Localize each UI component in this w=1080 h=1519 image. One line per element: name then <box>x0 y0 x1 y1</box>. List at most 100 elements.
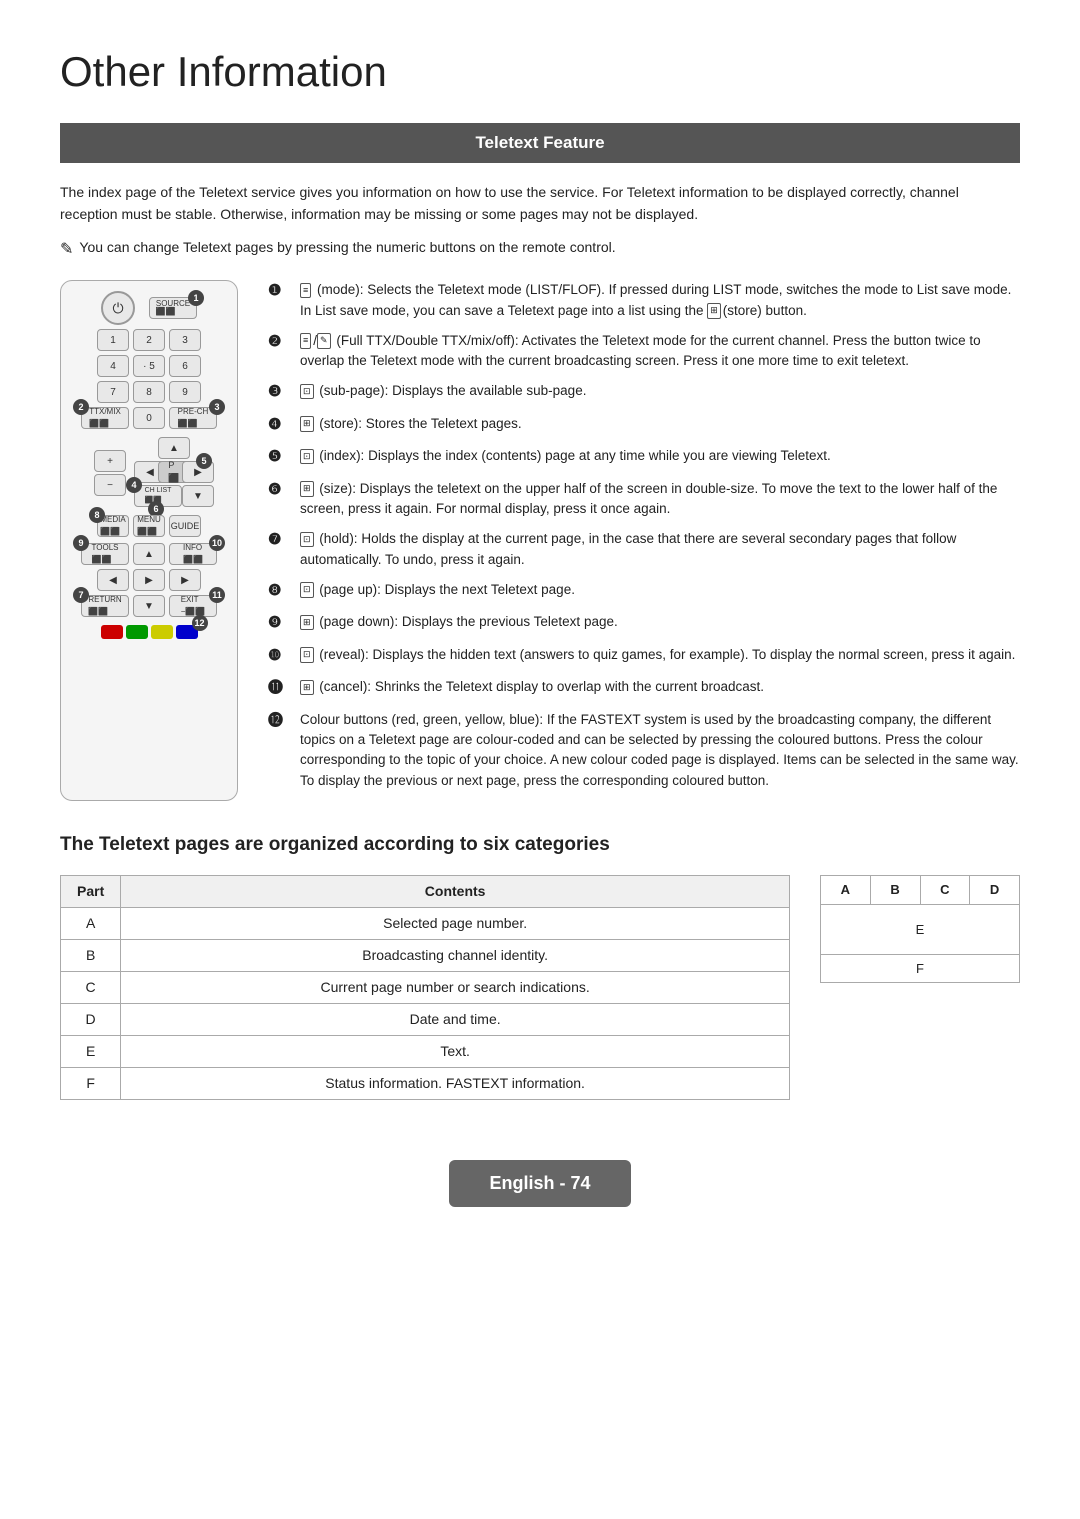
row-a-part: A <box>61 908 121 940</box>
desc-item-7: ❼ ⊡ (hold): Holds the display at the cur… <box>268 529 1020 570</box>
power-button[interactable]: ⏻ <box>101 291 135 325</box>
red-button[interactable] <box>101 625 123 639</box>
desc-text-10: ⊡ (reveal): Displays the hidden text (an… <box>300 645 1020 665</box>
desc-num-4: ❹ <box>268 414 290 437</box>
row-f-part: F <box>61 1068 121 1100</box>
main-content: ⏻ SOURCE⬛⬛ 1 1 2 3 4 · 5 6 7 8 9 <box>60 280 1020 801</box>
badge-1: 1 <box>188 290 204 306</box>
table-row: D Date and time. <box>61 1004 790 1036</box>
table-row: A Selected page number. <box>61 908 790 940</box>
row-d-content: Date and time. <box>121 1004 790 1036</box>
table-area: Part Contents A Selected page number. B … <box>60 875 1020 1100</box>
page-title: Other Information <box>60 40 1020 103</box>
tools-button[interactable]: TOOLS⬛⬛ <box>81 543 129 565</box>
return-exit-row: RETURN⬛⬛ 7 ▼ EXIT−⬛⬛ 11 <box>69 595 229 617</box>
return-button[interactable]: RETURN⬛⬛ <box>81 595 129 617</box>
btn-7[interactable]: 7 <box>97 381 129 403</box>
btn-2[interactable]: 2 <box>133 329 165 351</box>
table-row: F Status information. FASTEXT informatio… <box>61 1068 790 1100</box>
footer: English - 74 <box>60 1160 1020 1207</box>
desc-item-3: ❸ ⊡ (sub-page): Displays the available s… <box>268 381 1020 404</box>
desc-num-11: ⓫ <box>268 677 290 700</box>
badge-11: 11 <box>209 587 225 603</box>
content-table: Part Contents A Selected page number. B … <box>60 875 790 1100</box>
desc-item-2: ❷ ≡/✎ (Full TTX/Double TTX/mix/off): Act… <box>268 331 1020 372</box>
desc-num-3: ❸ <box>268 381 290 404</box>
desc-num-7: ❼ <box>268 529 290 552</box>
desc-text-11: ⊞ (cancel): Shrinks the Teletext display… <box>300 677 1020 697</box>
green-button[interactable] <box>126 625 148 639</box>
left-arrow[interactable]: ◀ <box>97 569 129 591</box>
col-contents: Contents <box>121 876 790 908</box>
desc-text-6: ⊞ (size): Displays the teletext on the u… <box>300 479 1020 520</box>
badge-3: 3 <box>209 399 225 415</box>
desc-num-6: ❻ <box>268 479 290 502</box>
btn-5[interactable]: · 5 <box>133 355 165 377</box>
remote-top-row: ⏻ SOURCE⬛⬛ 1 <box>69 291 229 325</box>
section-header: Teletext Feature <box>60 123 1020 163</box>
desc-text-9: ⊞ (page down): Displays the previous Tel… <box>300 612 1020 632</box>
remote-control: ⏻ SOURCE⬛⬛ 1 1 2 3 4 · 5 6 7 8 9 <box>60 280 238 801</box>
row-f-content: Status information. FASTEXT information. <box>121 1068 790 1100</box>
intro-text: The index page of the Teletext service g… <box>60 181 1020 226</box>
abcd-b: B <box>870 876 920 905</box>
guide-button[interactable]: GUIDE <box>169 515 201 537</box>
row-c-content: Current page number or search indication… <box>121 972 790 1004</box>
btn-0[interactable]: 0 <box>133 407 165 429</box>
source-button[interactable]: SOURCE⬛⬛ 1 <box>149 297 197 319</box>
yellow-button[interactable] <box>151 625 173 639</box>
abcd-f-label: F <box>821 954 1020 983</box>
desc-text-2: ≡/✎ (Full TTX/Double TTX/mix/off): Activ… <box>300 331 1020 372</box>
menu-button[interactable]: MENU⬛⬛ <box>133 515 165 537</box>
desc-num-8: ❽ <box>268 580 290 603</box>
tip-icon: ✎ <box>60 238 73 262</box>
col-part: Part <box>61 876 121 908</box>
desc-item-4: ❹ ⊞ (store): Stores the Teletext pages. <box>268 414 1020 437</box>
desc-text-12: Colour buttons (red, green, yellow, blue… <box>300 710 1020 791</box>
btn-8[interactable]: 8 <box>133 381 165 403</box>
abcd-diagram: A B C D E F <box>820 875 1020 983</box>
btn-3[interactable]: 3 <box>169 329 201 351</box>
desc-item-12: ⓬ Colour buttons (red, green, yellow, bl… <box>268 710 1020 791</box>
footer-badge: English - 74 <box>449 1160 630 1207</box>
vol-dn[interactable]: − <box>94 474 126 496</box>
nav-down[interactable]: ▼ <box>182 485 214 507</box>
desc-text-5: ⊡ (index): Displays the index (contents)… <box>300 446 1020 466</box>
btn-4[interactable]: 4 <box>97 355 129 377</box>
desc-num-12: ⓬ <box>268 710 290 733</box>
desc-item-9: ❾ ⊞ (page down): Displays the previous T… <box>268 612 1020 635</box>
num-row-3: 7 8 9 <box>69 381 229 403</box>
badge-10: 10 <box>209 535 225 551</box>
up-button[interactable]: ▲ <box>133 543 165 565</box>
desc-item-6: ❻ ⊞ (size): Displays the teletext on the… <box>268 479 1020 520</box>
row-e-part: E <box>61 1036 121 1068</box>
abcd-c: C <box>920 876 970 905</box>
abcd-row-f: F <box>821 954 1020 983</box>
row-b-part: B <box>61 940 121 972</box>
desc-num-10: ❿ <box>268 645 290 668</box>
vol-up[interactable]: + <box>94 450 126 472</box>
num-row-1: 1 2 3 <box>69 329 229 351</box>
ttx-mix-button[interactable]: TTX/MIX⬛⬛ <box>81 407 129 429</box>
media-menu-row: MEDIA⬛⬛ 8 MENU⬛⬛ GUIDE <box>69 515 229 537</box>
btn-9[interactable]: 9 <box>169 381 201 403</box>
btn-6[interactable]: 6 <box>169 355 201 377</box>
row-a-content: Selected page number. <box>121 908 790 940</box>
descriptions-list: ❶ ≡ (mode): Selects the Teletext mode (L… <box>268 280 1020 801</box>
desc-text-4: ⊞ (store): Stores the Teletext pages. <box>300 414 1020 434</box>
badge-12: 12 <box>192 615 208 631</box>
table-row: B Broadcasting channel identity. <box>61 940 790 972</box>
play-button[interactable]: ▶ <box>133 569 165 591</box>
num-row-2: 4 · 5 6 <box>69 355 229 377</box>
desc-item-11: ⓫ ⊞ (cancel): Shrinks the Teletext displ… <box>268 677 1020 700</box>
btn-1[interactable]: 1 <box>97 329 129 351</box>
arrow-row: ◀ ▶ ▶ <box>69 569 229 591</box>
abcd-e-label: E <box>821 904 1020 954</box>
desc-num-5: ❺ <box>268 446 290 469</box>
down-button[interactable]: ▼ <box>133 595 165 617</box>
table-row: E Text. <box>61 1036 790 1068</box>
desc-text-1: ≡ (mode): Selects the Teletext mode (LIS… <box>300 280 1020 321</box>
nav-up[interactable]: ▲ <box>158 437 190 459</box>
right-arrow2[interactable]: ▶ <box>169 569 201 591</box>
desc-text-8: ⊡ (page up): Displays the next Teletext … <box>300 580 1020 600</box>
